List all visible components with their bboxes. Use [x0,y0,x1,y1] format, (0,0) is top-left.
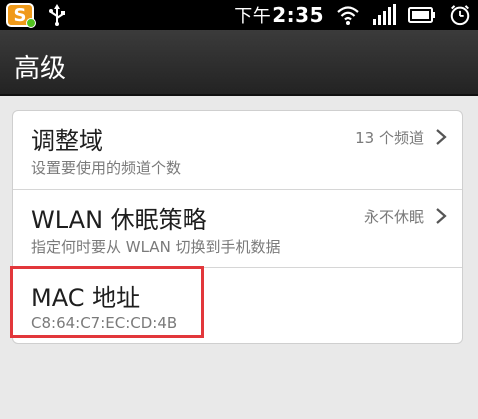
setting-value: 永不休眠 [363,208,424,226]
setting-row-mac-address: MAC 地址 C8:64:C7:EC:CD:4B [13,268,462,343]
clock-time: 2:35 [272,3,324,27]
wifi-icon [337,6,359,25]
alarm-icon [450,5,470,26]
status-bar: S 下午2:35 [0,0,478,30]
settings-panel: 调整域 设置要使用的频道个数 13 个频道 WLAN 休眠策略 指定何时要从 W… [12,110,463,344]
clock-ampm: 下午 [234,6,272,27]
status-left: S [6,3,68,28]
setting-summary: 设置要使用的频道个数 [31,159,182,177]
title-bar: 高级 [0,30,478,96]
setting-row-regulatory-domain[interactable]: 调整域 设置要使用的频道个数 13 个频道 [13,111,462,189]
chevron-right-icon [436,129,447,145]
setting-value: 13 个频道 [355,129,424,147]
setting-title: MAC 地址 [31,284,141,312]
setting-summary: 指定何时要从 WLAN 切换到手机数据 [31,238,281,256]
setting-row-wlan-sleep-policy[interactable]: WLAN 休眠策略 指定何时要从 WLAN 切换到手机数据 永不休眠 [13,190,462,267]
usb-icon [49,4,65,26]
app-icon-letter: S [13,4,27,26]
chevron-right-icon [436,208,447,224]
status-right: 下午2:35 [234,2,472,28]
setting-title: WLAN 休眠策略 [31,206,207,234]
setting-title: 调整域 [31,127,103,155]
mac-address-value: C8:64:C7:EC:CD:4B [31,314,178,332]
app-icon-badge [26,18,36,28]
battery-icon [408,7,435,23]
status-clock: 下午2:35 [234,2,324,28]
signal-icon [373,4,396,25]
page-title: 高级 [14,54,67,84]
sogou-input-icon: S [6,3,36,28]
